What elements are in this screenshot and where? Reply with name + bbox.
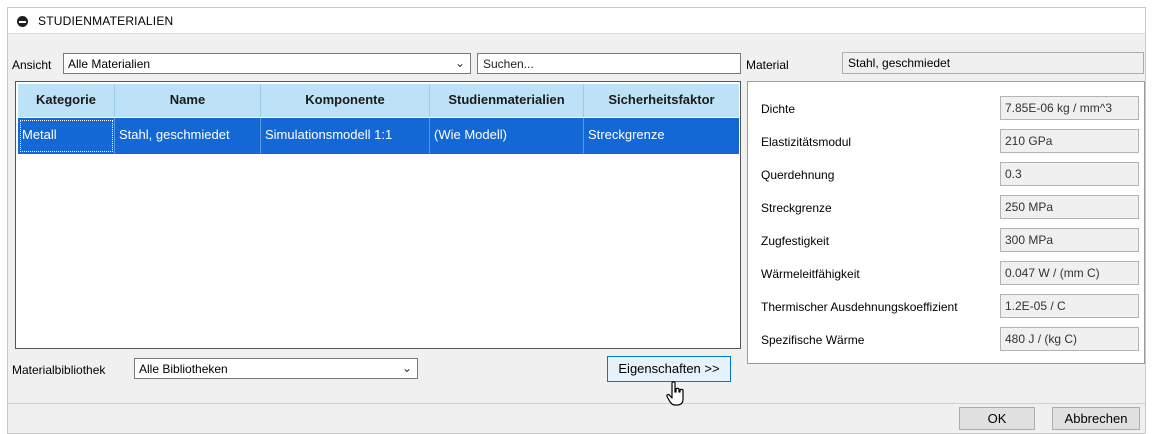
properties-button[interactable]: Eigenschaften >>	[607, 356, 731, 382]
material-library-combobox[interactable]: Alle Bibliotheken ⌄	[134, 358, 418, 379]
material-name-field: Stahl, geschmiedet	[842, 52, 1144, 74]
study-materials-dialog: STUDIENMATERIALIEN Ansicht Alle Material…	[7, 7, 1146, 434]
property-value-text: 300 MPa	[1005, 233, 1054, 247]
search-placeholder: Suchen...	[483, 57, 534, 71]
property-row: Spezifische Wärme 480 J / (kg C)	[748, 327, 1144, 351]
chevron-down-icon: ⌄	[401, 361, 412, 375]
dialog-footer: OK Abbrechen	[8, 403, 1145, 433]
column-header-component[interactable]: Komponente	[261, 84, 430, 117]
property-value-yield-strength: 250 MPa	[1000, 195, 1139, 219]
material-label: Material	[746, 58, 789, 72]
property-value-text: 210 GPa	[1005, 134, 1053, 148]
column-header-study-materials[interactable]: Studienmaterialien	[430, 84, 584, 117]
property-label-poisson-ratio: Querdehnung	[761, 168, 835, 182]
property-label-specific-heat: Spezifische Wärme	[761, 333, 865, 347]
cancel-button[interactable]: Abbrechen	[1052, 407, 1140, 430]
cell-safety-factor[interactable]: Streckgrenze	[584, 118, 739, 154]
cell-name[interactable]: Stahl, geschmiedet	[115, 118, 261, 154]
dialog-title: STUDIENMATERIALIEN	[38, 14, 174, 28]
property-label-thermal-conductivity: Wärmeleitfähigkeit	[761, 267, 860, 281]
property-label-yield-strength: Streckgrenze	[761, 201, 832, 215]
cell-study-material[interactable]: (Wie Modell)	[430, 118, 584, 154]
property-label-tensile-strength: Zugfestigkeit	[761, 234, 830, 248]
material-library-label: Materialbibliothek	[12, 363, 106, 377]
property-value-poisson-ratio: 0.3	[1000, 162, 1139, 186]
materials-table[interactable]: Kategorie Name Komponente Studienmateria…	[15, 81, 741, 349]
column-header-safety-factor[interactable]: Sicherheitsfaktor	[584, 84, 739, 117]
property-value-elastic-modulus: 210 GPa	[1000, 129, 1139, 153]
property-value-text: 480 J / (kg C)	[1005, 332, 1078, 346]
property-label-thermal-expansion: Thermischer Ausdehnungskoeffizient	[761, 300, 958, 314]
chevron-down-icon: ⌄	[454, 56, 465, 70]
view-selected-value: Alle Materialien	[68, 57, 151, 71]
property-row: Wärmeleitfähigkeit 0.047 W / (mm C)	[748, 261, 1144, 285]
property-value-text: 0.3	[1005, 167, 1022, 181]
property-value-density: 7.85E-06 kg / mm^3	[1000, 96, 1139, 120]
column-header-category[interactable]: Kategorie	[18, 84, 115, 117]
material-properties-panel: Dichte 7.85E-06 kg / mm^3 Elastizitätsmo…	[747, 81, 1145, 364]
cell-component[interactable]: Simulationsmodell 1:1	[261, 118, 430, 154]
property-value-thermal-conductivity: 0.047 W / (mm C)	[1000, 261, 1139, 285]
property-row: Elastizitätsmodul 210 GPa	[748, 129, 1144, 153]
property-row: Thermischer Ausdehnungskoeffizient 1.2E-…	[748, 294, 1144, 318]
property-value-text: 7.85E-06 kg / mm^3	[1005, 101, 1113, 115]
table-header: Kategorie Name Komponente Studienmateria…	[18, 84, 739, 117]
property-value-text: 1.2E-05 / C	[1005, 299, 1066, 313]
cell-category[interactable]: Metall	[18, 118, 115, 154]
property-value-text: 0.047 W / (mm C)	[1005, 266, 1100, 280]
property-row: Streckgrenze 250 MPa	[748, 195, 1144, 219]
table-row[interactable]: Metall Stahl, geschmiedet Simulationsmod…	[18, 118, 739, 154]
material-name-value: Stahl, geschmiedet	[848, 56, 951, 70]
search-input[interactable]: Suchen...	[477, 53, 741, 74]
collapse-icon[interactable]	[17, 16, 28, 27]
property-row: Dichte 7.85E-06 kg / mm^3	[748, 96, 1144, 120]
material-library-selected: Alle Bibliotheken	[139, 362, 228, 376]
property-row: Querdehnung 0.3	[748, 162, 1144, 186]
ok-button[interactable]: OK	[959, 407, 1035, 430]
dialog-title-bar: STUDIENMATERIALIEN	[8, 8, 1145, 34]
view-combobox[interactable]: Alle Materialien ⌄	[63, 53, 471, 74]
view-label: Ansicht	[12, 58, 52, 72]
property-row: Zugfestigkeit 300 MPa	[748, 228, 1144, 252]
property-label-elastic-modulus: Elastizitätsmodul	[761, 135, 852, 149]
hand-cursor-icon	[666, 381, 684, 406]
property-value-thermal-expansion: 1.2E-05 / C	[1000, 294, 1139, 318]
property-value-text: 250 MPa	[1005, 200, 1054, 214]
property-value-tensile-strength: 300 MPa	[1000, 228, 1139, 252]
property-value-specific-heat: 480 J / (kg C)	[1000, 327, 1139, 351]
property-label-density: Dichte	[761, 102, 796, 116]
column-header-name[interactable]: Name	[115, 84, 261, 117]
